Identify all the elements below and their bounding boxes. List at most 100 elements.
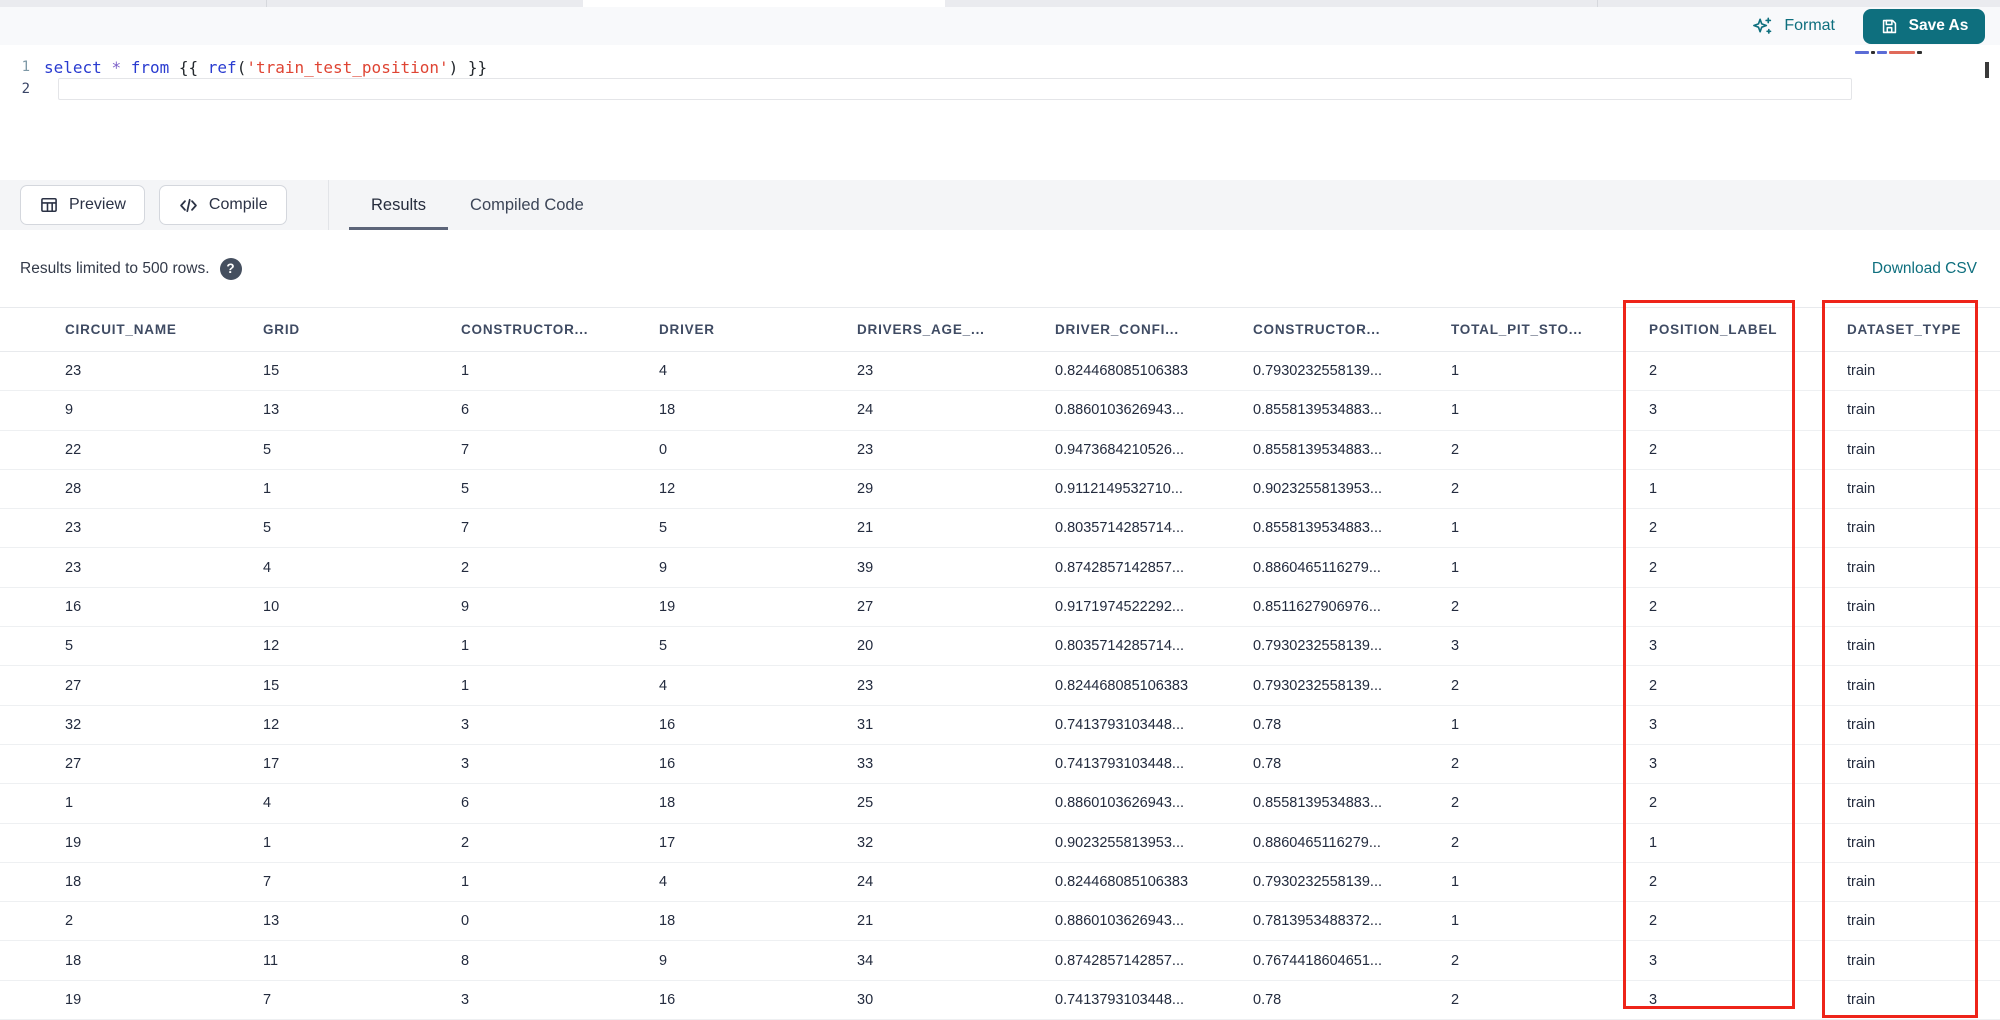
table-cell: 16	[659, 756, 676, 773]
table-cell: 4	[659, 363, 668, 380]
table-cell: 2	[1649, 363, 1658, 380]
active-tab-edge	[583, 0, 945, 7]
column-header: DRIVER_CONFI...	[1055, 322, 1179, 337]
table-cell: 23	[65, 520, 82, 537]
table-cell: 9	[659, 952, 668, 969]
table-cell: 18	[65, 874, 82, 890]
line-number: 2	[21, 81, 30, 97]
table-cell: 30	[857, 991, 874, 1008]
table-cell: 0.8742857142857...	[1055, 952, 1185, 969]
table-cell: 3	[1649, 638, 1658, 655]
save-as-button[interactable]: Save As	[1863, 8, 1985, 44]
table-cell: train	[1847, 913, 1876, 930]
table-cell: 0.8558139534883...	[1253, 441, 1383, 458]
table-row: 18 7 1 4 24 0.824468085106383 0.7930232558139.…	[0, 862, 2000, 903]
table-cell: 2	[1649, 520, 1658, 537]
table-cell: 2	[1451, 952, 1460, 969]
table-cell: 3	[1649, 402, 1658, 419]
table-cell: 2	[1649, 795, 1658, 812]
save-as-label: Save As	[1908, 17, 1969, 34]
code-line-2: 2	[0, 78, 2000, 100]
code-editor[interactable]: 1 select * from {{ ref('train_test_posit…	[0, 45, 2000, 180]
table-cell: 18	[659, 913, 676, 930]
row-limit-message: Results limited to 500 rows.	[20, 259, 210, 277]
table-cell: train	[1847, 874, 1876, 890]
table-cell: 7	[263, 874, 272, 890]
preview-button[interactable]: Preview	[20, 185, 145, 225]
tab-compiled-code-label: Compiled Code	[470, 195, 584, 214]
tab-results-label: Results	[371, 195, 427, 214]
tab-compiled-code[interactable]: Compiled Code	[448, 180, 606, 230]
table-cell: train	[1847, 677, 1876, 694]
table-cell: 16	[65, 598, 82, 615]
table-cell: 0.9112149532710...	[1055, 481, 1183, 498]
column-header: TOTAL_PIT_STO...	[1451, 322, 1583, 337]
table-cell: 1	[461, 363, 470, 380]
table-cell: 33	[857, 756, 874, 773]
table-row: 18 11 8 9 34 0.8742857142857... 0.767441860465…	[0, 941, 2000, 981]
table-cell: 19	[659, 598, 676, 615]
format-button[interactable]: Format	[1751, 15, 1835, 38]
download-csv-link[interactable]: Download CSV	[1872, 260, 1977, 278]
code-token-operator: *	[111, 57, 122, 77]
compile-button[interactable]: Compile	[158, 185, 287, 225]
preview-label: Preview	[69, 196, 126, 213]
table-row: 27 17 3 16 33 0.7413793103448... 0.78 2 3 train	[0, 744, 2000, 785]
column-header: CIRCUIT_NAME	[65, 322, 177, 337]
scrollbar-thumb[interactable]	[1985, 62, 1989, 78]
table-cell: train	[1847, 598, 1876, 615]
table-cell: 2	[1451, 598, 1460, 615]
minimap-code-line	[1855, 51, 1922, 54]
table-cell: 1	[461, 638, 470, 655]
editor-minimap[interactable]	[1853, 47, 1990, 125]
table-cell: 3	[461, 716, 470, 733]
table-cell: 24	[857, 874, 874, 890]
table-cell: 12	[263, 716, 280, 733]
table-cell: 5	[659, 638, 668, 655]
sparkle-icon	[1751, 15, 1774, 38]
table-cell: 13	[263, 913, 280, 930]
table-cell: 31	[857, 716, 874, 733]
table-cell: 3	[1649, 952, 1658, 969]
table-cell: 27	[65, 756, 82, 773]
table-cell: 20	[857, 638, 874, 655]
results-tab-strip: Results Compiled Code	[329, 180, 2000, 230]
table-cell: 0.78	[1253, 756, 1282, 773]
column-header: DATASET_TYPE	[1847, 322, 1962, 337]
table-cell: 16	[659, 716, 676, 733]
format-label: Format	[1784, 17, 1835, 34]
table-cell: 2	[1451, 834, 1460, 851]
table-row: 19 7 3 16 30 0.7413793103448... 0.78 2 3 train	[0, 980, 2000, 1020]
column-header: DRIVER	[659, 322, 715, 337]
results-table: CIRCUIT_NAME GRID CONSTRUCTOR... DRIVER DRIV…	[0, 307, 2000, 1020]
table-cell: train	[1847, 638, 1876, 655]
table-cell: 0.8860103626943...	[1055, 795, 1185, 812]
table-cell: 23	[857, 363, 874, 380]
tab-results[interactable]: Results	[349, 180, 449, 230]
table-cell: 16	[659, 991, 676, 1008]
table-cell: 0.78	[1253, 991, 1282, 1008]
table-cell: 3	[461, 756, 470, 773]
table-cell: 2	[1451, 441, 1460, 458]
table-cell: 0.8860103626943...	[1055, 402, 1185, 419]
table-cell: 22	[65, 441, 82, 458]
table-cell: 4	[659, 677, 668, 694]
code-line-1: 1 select * from {{ ref('train_test_posit…	[0, 56, 2000, 78]
table-cell: 19	[65, 834, 82, 851]
save-icon	[1880, 17, 1899, 36]
code-token-plain: {{	[169, 57, 208, 77]
table-cell: 25	[857, 795, 874, 812]
table-cell: 2	[1649, 559, 1658, 576]
table-cell: 0.8511627906976...	[1253, 598, 1381, 615]
table-cell: 10	[263, 598, 280, 615]
code-token-plain: }}	[458, 57, 488, 77]
code-icon	[178, 195, 199, 216]
help-icon[interactable]: ?	[219, 257, 242, 280]
table-cell: 2	[1451, 677, 1460, 694]
table-cell: 0.9171974522292...	[1055, 598, 1185, 615]
table-cell: 0.9473684210526...	[1055, 441, 1185, 458]
column-header: GRID	[263, 322, 300, 337]
table-cell: 0.7413793103448...	[1055, 716, 1185, 733]
